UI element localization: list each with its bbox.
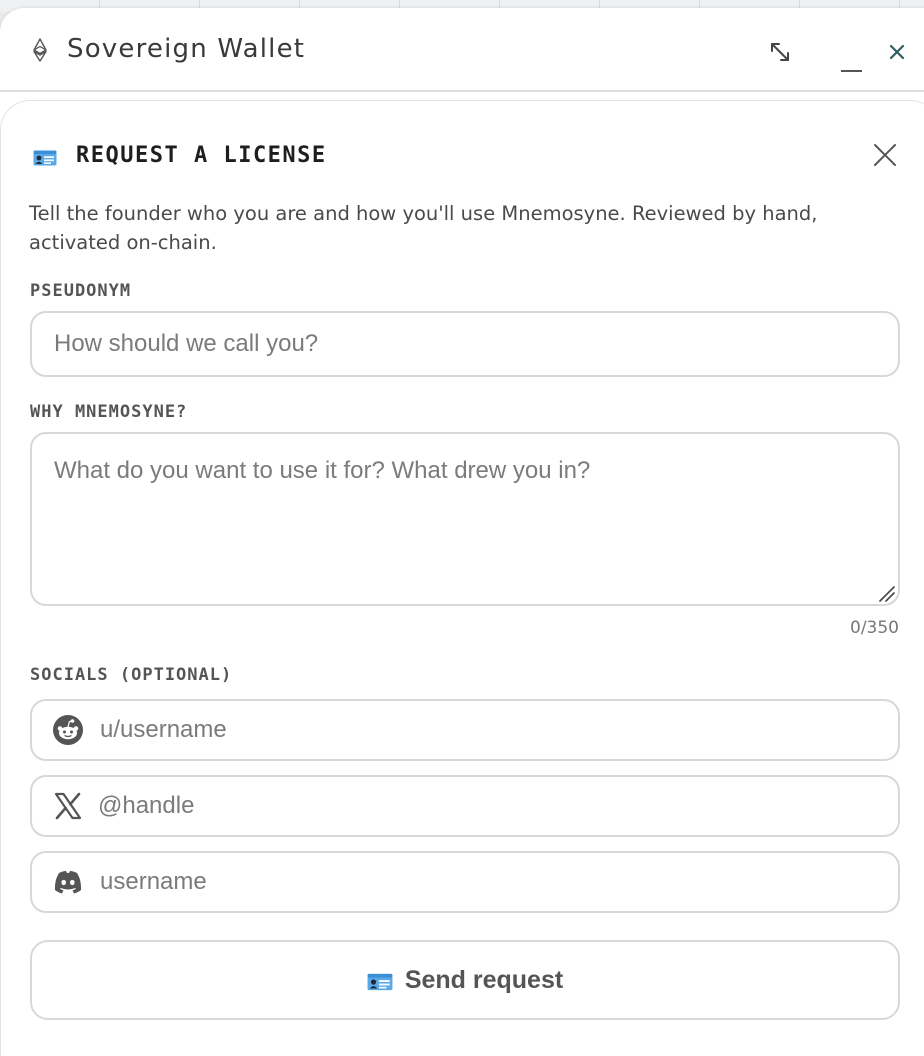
minimize-bar [841, 70, 862, 72]
panel-title: REQUEST A LICENSE [76, 143, 327, 168]
id-card-icon [367, 973, 393, 991]
panel-close-icon[interactable] [869, 139, 901, 171]
close-icon [889, 44, 905, 60]
x-icon [54, 792, 82, 820]
expand-button[interactable] [760, 32, 800, 72]
wallet-window: Sovereign Wallet REQUEST A LICENSE Tell … [0, 8, 924, 1056]
ethereum-icon [33, 38, 47, 62]
discord-input[interactable] [100, 853, 880, 911]
x-input[interactable] [98, 777, 878, 835]
discord-icon [54, 871, 82, 894]
resize-grip-icon[interactable] [876, 583, 896, 603]
socials-label: SOCIALS (OPTIONAL) [30, 665, 233, 685]
expand-icon [771, 43, 789, 61]
reddit-input[interactable] [100, 701, 880, 759]
window-title: Sovereign Wallet [67, 34, 306, 64]
window-close-button[interactable] [877, 32, 917, 72]
x-field[interactable] [30, 775, 900, 837]
send-request-button[interactable]: Send request [30, 940, 900, 1020]
why-label: WHY MNEMOSYNE? [30, 402, 188, 422]
id-card-icon [33, 150, 57, 166]
minimize-button[interactable] [831, 32, 871, 72]
intro-text: Tell the founder who you are and how you… [29, 202, 818, 254]
why-textarea[interactable] [30, 432, 900, 606]
reddit-field[interactable] [30, 699, 900, 761]
reddit-icon [53, 715, 83, 745]
title-bar: Sovereign Wallet [0, 8, 924, 92]
discord-field[interactable] [30, 851, 900, 913]
pseudonym-label: PSEUDONYM [30, 281, 132, 301]
send-request-label: Send request [404, 965, 564, 994]
license-request-panel: REQUEST A LICENSE Tell the founder who y… [0, 100, 924, 1056]
pseudonym-input[interactable] [30, 311, 900, 377]
character-counter: 0/350 [850, 618, 899, 638]
